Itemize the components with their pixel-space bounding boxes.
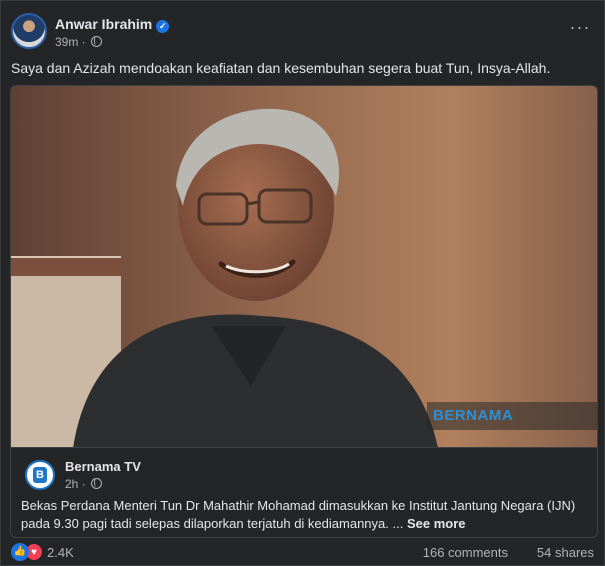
post-footer: 👍 ♥ 2.4K 166 comments 54 shares: [11, 541, 594, 563]
shared-meta: 2h ·: [65, 477, 103, 491]
facebook-post: Anwar Ibrahim ✓ 39m · ··· Saya dan Azizah…: [0, 0, 605, 566]
globe-icon: [91, 478, 103, 489]
globe-icon: [91, 36, 103, 47]
verified-badge-icon: ✓: [156, 20, 170, 33]
post-meta: 39m ·: [55, 35, 103, 49]
shared-post-details: B Bernama TV 2h · Bekas Perdana Menteri …: [11, 447, 597, 537]
more-options-button[interactable]: ···: [568, 18, 592, 43]
bernama-avatar[interactable]: B: [25, 460, 55, 490]
reaction-count[interactable]: 2.4K: [47, 545, 74, 560]
author-name[interactable]: Anwar Ibrahim: [55, 16, 152, 32]
post-caption: Saya dan Azizah mendoakan keafiatan dan …: [11, 60, 551, 76]
post-header: Anwar Ibrahim ✓ 39m · ···: [11, 13, 594, 53]
post-timestamp[interactable]: 39m: [55, 35, 78, 49]
author-name-line: Anwar Ibrahim ✓: [55, 16, 170, 33]
see-more-link[interactable]: See more: [407, 516, 466, 531]
bernama-watermark: BERNAMA: [427, 402, 597, 430]
shared-text: Bekas Perdana Menteri Tun Dr Mahathir Mo…: [21, 498, 576, 531]
shared-post-card[interactable]: BERNAMA B Bernama TV 2h · Bekas Perdana …: [10, 85, 598, 538]
author-avatar[interactable]: [11, 13, 47, 49]
portrait-illustration: [11, 86, 597, 447]
bernama-logo-icon: B: [33, 467, 47, 483]
comments-count[interactable]: 166 comments: [423, 545, 508, 560]
shared-page-name[interactable]: Bernama TV: [65, 459, 141, 474]
shares-count[interactable]: 54 shares: [537, 545, 594, 560]
shared-photo[interactable]: BERNAMA: [11, 86, 597, 447]
shared-timestamp[interactable]: 2h: [65, 477, 78, 491]
like-icon: 👍: [11, 543, 29, 561]
shared-post-text: Bekas Perdana Menteri Tun Dr Mahathir Mo…: [21, 497, 595, 533]
